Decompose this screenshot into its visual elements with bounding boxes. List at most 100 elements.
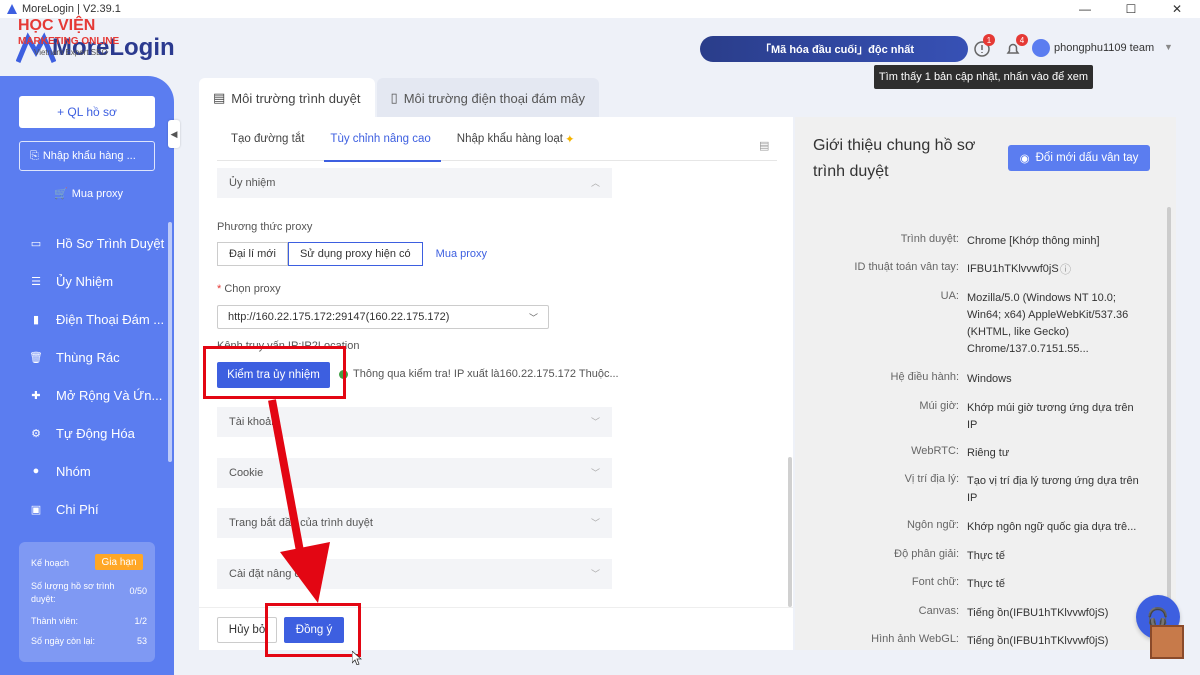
sidebar-collapse-button[interactable]: ◀ [168, 120, 180, 148]
sidebar-item-label: Thùng Rác [56, 349, 120, 365]
sparkle-icon: ✦ [564, 134, 575, 146]
sidebar-item-group[interactable]: ● Nhóm [0, 452, 174, 490]
chevron-down-icon: ﹀ [590, 468, 600, 478]
sidebar-item-trash[interactable]: 🗑 Thùng Rác [0, 338, 174, 376]
app-logo-icon [7, 4, 17, 14]
group-icon: ● [32, 465, 40, 477]
sidebar-item-extensions[interactable]: ✚ Mở Rộng Và Ứn... [0, 376, 174, 414]
minimize-button[interactable]: — [1062, 0, 1108, 18]
window-titlebar: MoreLogin | V2.39.1 — ☐ ✕ [0, 0, 1200, 18]
highlight-check-button [203, 346, 346, 399]
sidebar-item-label: Hồ Sơ Trình Duyệt [56, 235, 165, 251]
chevron-up-icon: ︿ [590, 178, 600, 188]
proxy-method-new[interactable]: Đại lí mới [217, 242, 288, 266]
close-button[interactable]: ✕ [1154, 0, 1200, 18]
sidebar-item-automation[interactable]: ⚙ Tự Động Hóa [0, 414, 174, 452]
notification-badge: 4 [1016, 34, 1028, 46]
import-button[interactable]: ⎘ Nhập khẩu hàng ... [19, 141, 155, 171]
sidebar-item-label: Chi Phí [56, 501, 99, 517]
cart-icon: 🛒 [54, 188, 68, 200]
profile-overview-panel: Giới thiệu chung hồ sơ trình duyệt ◉ Đổi … [795, 117, 1176, 650]
proxy-icon: ☰ [31, 275, 41, 288]
sidebar-item-billing[interactable]: ▣ Chi Phí [0, 490, 174, 528]
tab-batch-import[interactable]: Nhập khẩu hàng loạt ✦ [457, 117, 575, 161]
refresh-fingerprint-button[interactable]: ◉ Đổi mới dấu vân tay [1008, 145, 1150, 171]
update-tooltip: Tìm thấy 1 bản cập nhật, nhấn vào để xem [874, 65, 1093, 89]
phone-icon: ▯ [390, 90, 398, 105]
section-advanced-settings[interactable]: Cài đặt nâng cao ﹀ [217, 559, 612, 589]
maximize-button[interactable]: ☐ [1108, 0, 1154, 18]
tab-browser-environment[interactable]: ▤ Môi trường trình duyệt [199, 78, 375, 118]
plan-members-row: Thành viên: 1/2 [31, 616, 147, 626]
plan-card: Kế hoạch Gia hạn Số lượng hồ sơ trình du… [19, 542, 155, 662]
automation-icon: ⚙ [31, 427, 41, 440]
section-account[interactable]: Tài khoản ﹀ [217, 407, 612, 437]
sidebar-item-label: Mở Rộng Và Ứn... [56, 387, 163, 403]
chevron-down-icon: ﹀ [590, 569, 600, 579]
trash-icon: 🗑 [29, 351, 43, 364]
tab-quick-create[interactable]: Tạo đường tắt [231, 117, 304, 161]
proxy-method-buy[interactable]: Mua proxy [423, 242, 500, 266]
tab-label: Môi trường trình duyệt [231, 90, 361, 106]
window-title: MoreLogin | V2.39.1 [22, 3, 121, 15]
document-icon[interactable]: ▤ [759, 139, 769, 152]
import-label: Nhập khẩu hàng ... [42, 150, 136, 162]
form-scrollbar[interactable] [788, 457, 792, 607]
sidebar-scrollbar[interactable] [168, 222, 172, 462]
sidebar-item-label: Ủy Nhiệm [56, 273, 114, 289]
avatar[interactable] [1032, 39, 1050, 57]
encryption-banner[interactable]: 「Mã hóa đầu cuối」độc nhất [700, 36, 968, 62]
overlay-app-icon [1150, 625, 1184, 659]
renew-button[interactable]: Gia hạn [95, 554, 143, 570]
sidebar-item-label: Nhóm [56, 463, 91, 479]
plan-days-row: Số ngày còn lại: 53 [31, 636, 147, 646]
overview-scrollbar[interactable] [1167, 207, 1171, 607]
phone-icon: ▮ [32, 313, 40, 326]
buy-proxy-label: Mua proxy [71, 187, 124, 200]
tab-cloud-phone-environment[interactable]: ▯ Môi trường điện thoại đám mây [376, 78, 599, 118]
watermark-title: HỌC VIỆN [18, 17, 96, 34]
proxy-method-label: Phương thức proxy [217, 221, 313, 233]
watermark-subtitle: MARKETING ONLINE [18, 36, 120, 47]
sidebar-item-browser-profiles[interactable]: ▭ Hồ Sơ Trình Duyệt [0, 224, 174, 262]
chevron-down-icon[interactable]: ▼ [1164, 42, 1173, 52]
form-sub-tabs: Tạo đường tắt Tùy chỉnh nâng cao Nhập kh… [217, 117, 777, 162]
wallet-icon: ▣ [30, 503, 42, 516]
overview-title: Giới thiệu chung hồ sơ trình duyệt [813, 137, 976, 180]
window-icon: ▤ [213, 90, 226, 105]
check-result-text: Thông qua kiểm tra! IP xuất là160.22.175… [353, 368, 619, 380]
section-proxy[interactable]: Ủy nhiệm ︿ [217, 168, 612, 198]
watermark-tagline: Vietnam Expert SEO [34, 48, 108, 57]
window-controls: — ☐ ✕ [1062, 0, 1200, 18]
chevron-down-icon: ﹀ [590, 518, 600, 528]
plan-profiles-row: Số lượng hồ sơ trình duyệt: 0/50 [31, 581, 147, 604]
update-badge: 1 [983, 34, 995, 46]
sidebar-item-cloud-phone[interactable]: ▮ Điện Thoại Đám ... [0, 300, 174, 338]
check-result: Thông qua kiểm tra! IP xuất là160.22.175… [339, 368, 619, 380]
chevron-down-icon: ﹀ [528, 313, 538, 323]
proxy-method-existing[interactable]: Sử dụng proxy hiện có [287, 242, 423, 266]
section-start-page[interactable]: Trang bắt đầu của trình duyệt ﹀ [217, 508, 612, 538]
fingerprint-icon: ◉ [1019, 153, 1030, 165]
sidebar-item-proxy[interactable]: ☰ Ủy Nhiệm [0, 262, 174, 300]
help-icon[interactable]: ⓘ [1060, 261, 1071, 277]
puzzle-icon: ✚ [31, 389, 41, 402]
environment-tabs: ▤ Môi trường trình duyệt ▯ Môi trường điện… [199, 78, 601, 118]
sidebar: + QL hồ sơ ⎘ Nhập khẩu hàng ... 🛒 Mua pr… [0, 76, 174, 675]
proxy-method-selector: Đại lí mới Sử dụng proxy hiện có Mua pro… [217, 242, 500, 266]
buy-proxy-link[interactable]: 🛒 Mua proxy [54, 187, 124, 201]
import-icon: ⎘ [30, 149, 39, 162]
section-cookie[interactable]: Cookie ﹀ [217, 458, 612, 488]
chevron-down-icon: ﹀ [590, 417, 600, 427]
sidebar-item-label: Tự Động Hóa [56, 425, 135, 441]
sidebar-nav: ▭ Hồ Sơ Trình Duyệt ☰ Ủy Nhiệm ▮ Điện Thoại… [0, 224, 174, 528]
select-proxy-label: * Chọn proxy [217, 283, 281, 295]
username[interactable]: phongphu1109 team [1054, 42, 1154, 54]
proxy-select[interactable]: http://160.22.175.172:29147(160.22.175.1… [217, 305, 549, 329]
new-profile-button[interactable]: + QL hồ sơ [19, 96, 155, 128]
tab-label: Môi trường điện thoại đám mây [403, 90, 585, 106]
sidebar-item-label: Điện Thoại Đám ... [56, 311, 165, 327]
mouse-cursor-icon [352, 651, 362, 665]
tab-advanced[interactable]: Tùy chỉnh nâng cao [324, 117, 442, 162]
browser-icon: ▭ [30, 237, 42, 250]
